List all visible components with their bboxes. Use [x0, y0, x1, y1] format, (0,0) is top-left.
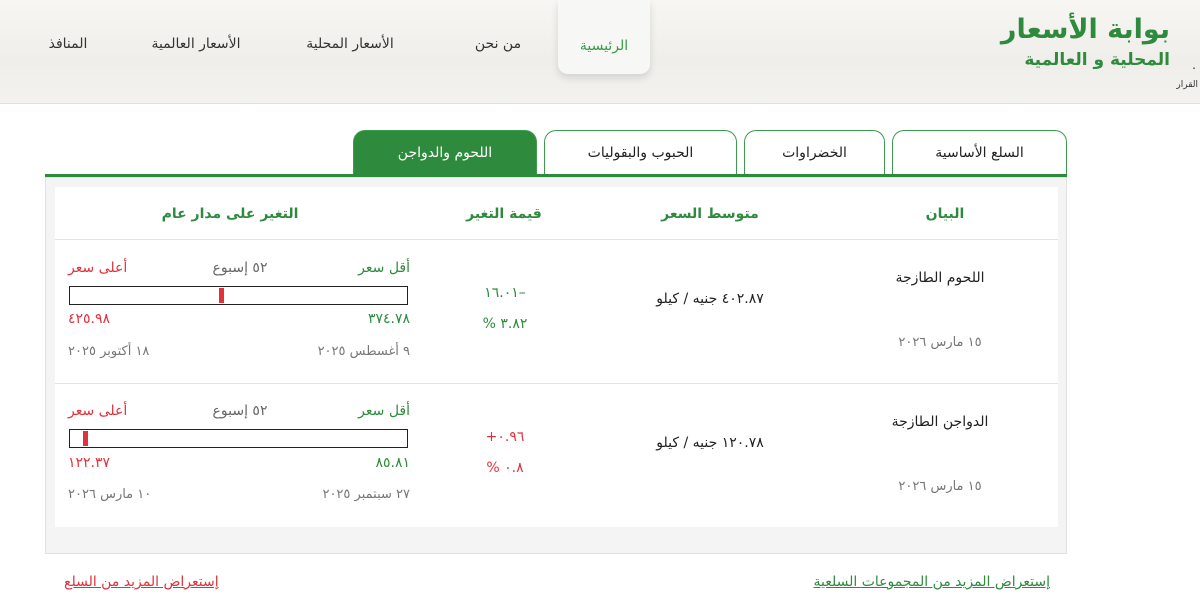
logo-title: بوابة الأسعار [1000, 14, 1170, 45]
tab-basic-goods[interactable]: السلع الأساسية [892, 130, 1067, 174]
price-range-bar [69, 286, 408, 305]
current-price-marker [83, 431, 88, 446]
tab-vegetables[interactable]: الخضراوات [744, 130, 885, 174]
low-price-date: ٩ أغسطس ٢٠٢٥ [317, 344, 410, 359]
week-range-label: ٥٢ إسبوع [212, 403, 268, 419]
current-price-marker [219, 288, 224, 303]
change-value: ١٦.٠١– [484, 285, 526, 301]
cut-off-edge-dot: . [1192, 58, 1196, 72]
item-date: ١٥ مارس ٢٠٢٦ [898, 335, 982, 350]
change-percent: % ٠.٨ [486, 460, 524, 476]
low-price-label: أقل سعر [358, 403, 410, 419]
header-divider [55, 239, 1058, 240]
tab-meat-poultry[interactable]: اللحوم والدواجن [353, 130, 537, 174]
low-price-value: ٣٧٤.٧٨ [367, 311, 410, 327]
change-value: +٠.٩٦ [485, 429, 525, 445]
cut-off-edge-text: القرار [1176, 80, 1198, 90]
item-date: ١٥ مارس ٢٠٢٦ [898, 479, 982, 494]
column-header-yearly-change: التغير على مدار عام [161, 206, 299, 222]
column-header-change-value: قيمة التغير [466, 206, 542, 222]
item-name: الدواجن الطازجة [891, 414, 989, 430]
site-logo[interactable]: بوابة الأسعار المحلية و العالمية [1001, 12, 1170, 72]
nav-item-local-prices[interactable]: الأسعار المحلية [300, 36, 400, 52]
average-price: ١٢٠.٧٨ جنيه / كيلو [656, 435, 764, 451]
change-percent: % ٣.٨٢ [482, 316, 528, 332]
high-price-value: ١٢٢.٣٧ [68, 455, 111, 471]
more-goods-link[interactable]: إستعراض المزيد من السلع [64, 574, 236, 590]
nav-item-outlets[interactable]: المنافذ [42, 36, 94, 52]
more-commodity-groups-link[interactable]: إستعراض المزيد من المجموعات السلعية [784, 574, 1051, 590]
nav-item-about[interactable]: من نحن [470, 36, 526, 52]
nav-item-home[interactable]: الرئيسية [558, 0, 650, 74]
high-price-label: أعلى سعر [68, 260, 128, 276]
high-price-date: ١٠ مارس ٢٠٢٦ [68, 487, 152, 502]
high-price-date: ١٨ أكتوبر ٢٠٢٥ [68, 344, 150, 359]
average-price: ٤٠٢.٨٧ جنيه / كيلو [656, 291, 764, 307]
low-price-value: ٨٥.٨١ [375, 455, 410, 471]
week-range-label: ٥٢ إسبوع [212, 260, 268, 276]
high-price-label: أعلى سعر [68, 403, 128, 419]
logo-subtitle: المحلية و العالمية [1024, 50, 1170, 70]
high-price-value: ٤٢٥.٩٨ [68, 311, 111, 327]
column-header-item: البيان [925, 206, 965, 222]
price-range-bar [69, 429, 408, 448]
row-divider [55, 383, 1058, 384]
item-name: اللحوم الطازجة [895, 270, 985, 286]
low-price-date: ٢٧ سبتمبر ٢٠٢٥ [322, 487, 410, 502]
nav-item-home-label: الرئيسية [579, 38, 629, 54]
tab-grains-legumes[interactable]: الحبوب والبقوليات [544, 130, 737, 174]
column-header-average-price: متوسط السعر [661, 206, 759, 222]
low-price-label: أقل سعر [358, 260, 410, 276]
site-header: بوابة الأسعار المحلية و العالمية . القرا… [0, 0, 1200, 104]
nav-item-global-prices[interactable]: الأسعار العالمية [144, 36, 248, 52]
prices-table [55, 187, 1058, 527]
